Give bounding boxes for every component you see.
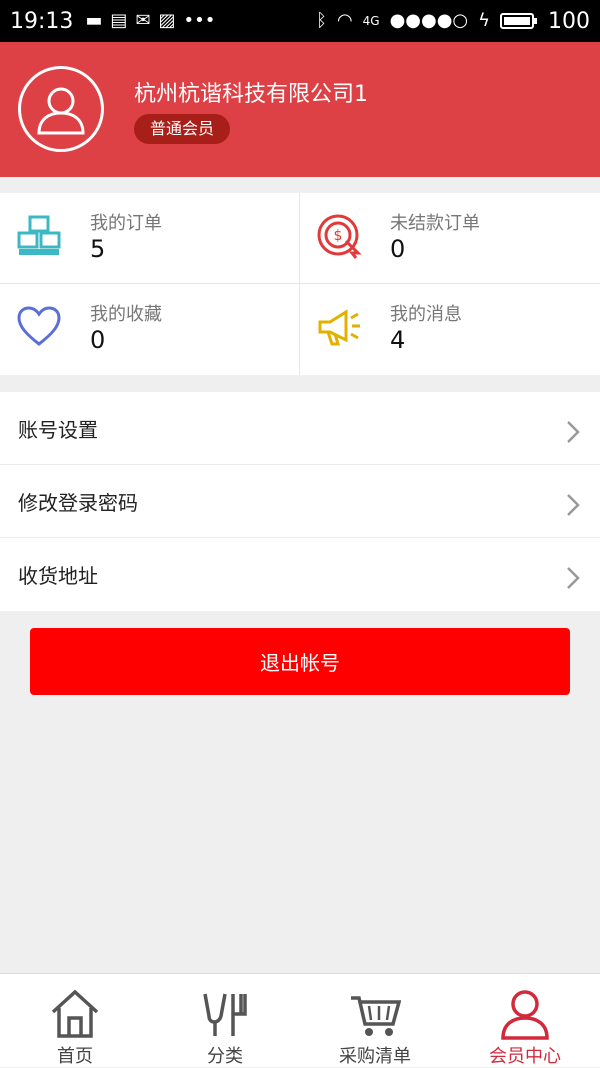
stats-grid: 我的订单 5 $ 未结款订单 0 我的收藏 0 我的消息 4	[0, 193, 600, 375]
news-icon: ▤	[110, 10, 128, 31]
chevron-right-icon	[567, 494, 580, 516]
stat-label: 我的消息	[390, 304, 462, 325]
user-icon	[501, 990, 549, 1040]
signal-icon: ●●●●○	[389, 10, 469, 31]
tab-category[interactable]: 分类	[150, 974, 300, 1067]
stat-value: 0	[90, 326, 106, 354]
cart-icon	[351, 996, 401, 1036]
stat-my-orders[interactable]: 我的订单 5	[0, 193, 300, 284]
wifi-icon: ◠	[336, 10, 353, 31]
stat-value: 4	[390, 326, 406, 354]
stat-value: 0	[390, 235, 406, 263]
system-icons: ᛒ ◠ 4G ●●●●○ ϟ 100	[316, 9, 590, 34]
megaphone-icon	[318, 309, 360, 346]
stat-value: 5	[90, 235, 106, 263]
profile-header: 杭州杭谐科技有限公司1 普通会员	[0, 42, 600, 177]
tab-label: 会员中心	[489, 1046, 561, 1067]
stat-label: 我的收藏	[90, 304, 162, 325]
network-type: 4G	[362, 14, 380, 28]
image-icon: ▨	[158, 10, 176, 31]
member-level-badge: 普通会员	[134, 114, 231, 144]
tab-home[interactable]: 首页	[0, 974, 150, 1067]
stat-label: 我的订单	[90, 213, 162, 234]
tab-label: 首页	[57, 1046, 93, 1067]
company-name: 杭州杭谐科技有限公司1	[134, 82, 368, 107]
charging-icon: ϟ	[478, 10, 490, 31]
status-bar: 19:13 ▬ ▤ ✉ ▨ ••• ᛒ ◠ 4G ●●●●○ ϟ 100	[0, 0, 600, 42]
stat-unsettled-orders[interactable]: $ 未结款订单 0	[300, 193, 600, 284]
notification-icons: ▬ ▤ ✉ ▨ •••	[85, 12, 215, 30]
menu-item-label: 修改登录密码	[18, 491, 138, 515]
settings-menu: 账号设置 修改登录密码 收货地址	[0, 392, 600, 611]
bottom-tab-bar: 首页 分类 采购清单 会员中心	[0, 973, 600, 1067]
chevron-right-icon	[567, 567, 580, 589]
boxes-icon	[17, 215, 61, 255]
fork-knife-icon	[203, 993, 247, 1036]
menu-item-change-password[interactable]: 修改登录密码	[0, 465, 600, 538]
status-time: 19:13	[10, 8, 74, 34]
bluetooth-icon: ᛒ	[316, 10, 327, 31]
user-avatar-icon	[37, 87, 85, 135]
stat-messages[interactable]: 我的消息 4	[300, 284, 600, 375]
menu-item-shipping-address[interactable]: 收货地址	[0, 538, 600, 611]
more-icon: •••	[183, 10, 216, 31]
battery-icon	[500, 13, 537, 29]
target-dollar-icon: $	[317, 214, 362, 259]
menu-item-label: 收货地址	[18, 564, 98, 588]
stat-label: 未结款订单	[390, 213, 480, 234]
logout-button[interactable]: 退出帐号	[30, 628, 570, 695]
tab-label: 分类	[207, 1046, 243, 1067]
tab-purchase-list[interactable]: 采购清单	[300, 974, 450, 1067]
heart-icon	[17, 306, 61, 346]
menu-item-account-settings[interactable]: 账号设置	[0, 392, 600, 465]
chevron-right-icon	[567, 421, 580, 443]
home-icon	[51, 989, 99, 1038]
menu-item-label: 账号设置	[18, 418, 98, 442]
svg-text:$: $	[334, 228, 343, 244]
chat-icon: ▬	[85, 10, 103, 31]
mail-icon: ✉	[135, 10, 151, 31]
stat-favorites[interactable]: 我的收藏 0	[0, 284, 300, 375]
tab-label: 采购清单	[339, 1046, 411, 1067]
tab-member-center[interactable]: 会员中心	[450, 974, 600, 1067]
avatar[interactable]	[18, 66, 104, 152]
battery-level: 100	[548, 8, 590, 34]
